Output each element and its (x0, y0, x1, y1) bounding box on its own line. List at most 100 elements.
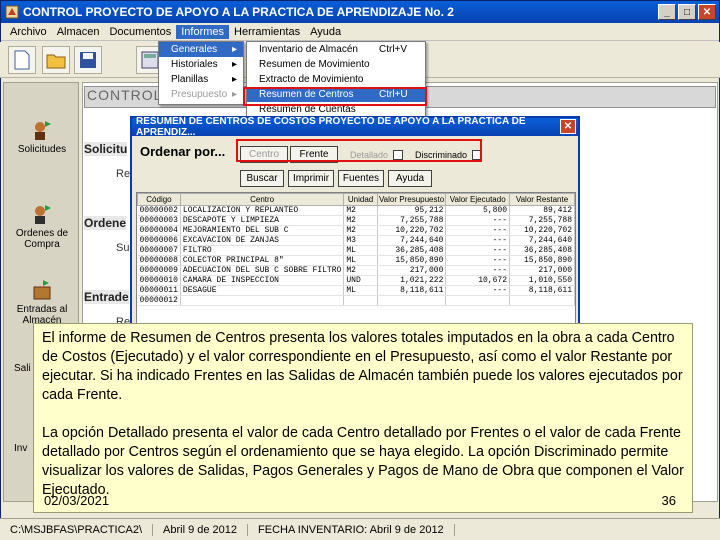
menu-item-label: Historiales (171, 59, 218, 70)
col-header[interactable]: Centro (179, 193, 345, 206)
chevron-right-icon: ▸ (231, 89, 237, 100)
table-cell: ML (343, 255, 378, 266)
table-row[interactable]: 00000011 DESAGUE ML 8,118,611 --- 8,118,611 (137, 285, 575, 296)
table-cell: --- (445, 225, 511, 236)
table-row[interactable]: 00000008 COLECTOR PRINCIPAL 8" ML 15,850,89… (137, 255, 575, 266)
table-row[interactable]: 00000003 DESCAPOTE Y LIMPIEZA M2 7,255,788-… (137, 215, 575, 226)
sidebar-item-label: Ordenes de Compra (15, 228, 69, 250)
open-folder-button[interactable] (42, 46, 70, 74)
table-cell: M3 (343, 235, 378, 246)
table-cell: DESAGUE (180, 285, 345, 296)
table-row[interactable]: 00000007 FILTRO ML 36,285,408 --- 36,285,408 (137, 245, 575, 256)
col-header[interactable]: Unidad (343, 193, 378, 206)
chevron-right-icon: ▸ (231, 44, 237, 55)
menu-almacen[interactable]: Almacen (52, 25, 105, 39)
note-paragraph-2: La opción Detallado presenta el valor de… (42, 425, 684, 498)
table-cell: --- (445, 245, 511, 256)
table-cell: 8,118,611 (377, 285, 447, 296)
table-cell: 217,000 (509, 265, 575, 276)
maximize-button[interactable]: □ (678, 4, 696, 20)
table-cell: 7,244,640 (377, 235, 447, 246)
col-header[interactable]: Valor Presupuesto (376, 193, 447, 206)
sub-link[interactable]: Re (116, 168, 130, 180)
table-row[interactable]: 00000006 EXCAVACION DE ZANJAS M3 7,244,640-… (137, 235, 575, 246)
dialog-title: RESUMEN DE CENTROS DE COSTOS PROYECTO DE… (136, 116, 526, 138)
note-date: 02/03/2021 (44, 493, 110, 508)
table-cell: 10,220,702 (509, 225, 575, 236)
menu-item-planillas[interactable]: Planillas ▸ (159, 72, 243, 87)
table-cell: 1,010,550 (509, 275, 575, 286)
table-cell: --- (445, 215, 511, 226)
fuentes-button[interactable]: Fuentes (338, 170, 384, 187)
imprimir-button[interactable]: Imprimir (288, 170, 334, 187)
save-button[interactable] (74, 46, 102, 74)
table-row[interactable]: 00000009 ADECUACION DEL SUB C SOBRE FILTR… (137, 265, 575, 276)
table-cell: 00000006 (137, 235, 181, 246)
window-title: CONTROL PROYECTO DE APOYO A LA PRACTICA … (23, 5, 454, 19)
table-cell: COLECTOR PRINCIPAL 8" (180, 255, 345, 266)
new-document-button[interactable] (8, 46, 36, 74)
calculator-icon (141, 51, 159, 69)
table-row[interactable]: 00000002 LOCALIZACION Y REPLANTEO M2 95,212… (137, 205, 575, 216)
highlight-box-menu (243, 87, 427, 106)
sidebar-item-label: Solicitudes (17, 144, 67, 155)
table-cell: 15,850,890 (377, 255, 447, 266)
menu-item-inventario[interactable]: Inventario de Almacén Ctrl+V (247, 42, 425, 57)
dialog-title-bar: RESUMEN DE CENTROS DE COSTOS PROYECTO DE… (132, 116, 578, 138)
table-cell: 7,255,788 (509, 215, 575, 226)
status-path: C:\MSJBFAS\PRACTICA2\ (0, 523, 154, 536)
sub-link[interactable]: Su (116, 242, 129, 254)
menu-item-extracto[interactable]: Extracto de Movimiento (247, 72, 425, 87)
table-header-row: Código Centro Unidad Valor Presupuesto V… (137, 193, 575, 206)
menu-item-historiales[interactable]: Historiales ▸ (159, 57, 243, 72)
app-icon (5, 5, 19, 19)
col-header[interactable]: Valor Restante (509, 193, 575, 206)
table-cell: ML (343, 285, 378, 296)
table-row[interactable]: 00000004 MEJORAMIENTO DEL SUB C M2 10,220,7… (137, 225, 575, 236)
menu-item-generales[interactable]: Generales ▸ (159, 42, 243, 57)
new-document-icon (14, 50, 30, 70)
menu-herramientas[interactable]: Herramientas (229, 25, 305, 39)
table-cell: EXCAVACION DE ZANJAS (180, 235, 345, 246)
dialog-close-button[interactable]: ✕ (560, 119, 576, 134)
sidebar-item-solicitudes[interactable]: Solicitudes (4, 119, 80, 155)
table-cell: 95,212 (377, 205, 447, 216)
section-solicitudes: Solicitu (84, 142, 128, 156)
sidebar-item-entradas[interactable]: Entradas al Almacén (4, 279, 80, 326)
menu-archivo[interactable]: Archivo (5, 25, 52, 39)
table-cell: --- (445, 255, 511, 266)
ayuda-button[interactable]: Ayuda (388, 170, 432, 187)
table-cell: M2 (343, 215, 378, 226)
table-cell: 00000007 (137, 245, 181, 256)
table-cell: 10,672 (445, 275, 511, 286)
section-entradas: Entrade (84, 290, 129, 304)
col-header[interactable]: Valor Ejecutado (445, 193, 511, 206)
menu-documentos[interactable]: Documentos (104, 25, 176, 39)
table-cell: 1,021,222 (377, 275, 447, 286)
table-row[interactable]: 00000012 (137, 295, 575, 306)
table-cell: M2 (343, 225, 378, 236)
menu-item-label: Generales (171, 44, 218, 55)
menu-item-presupuesto[interactable]: Presupuesto ▸ (159, 87, 243, 102)
table-cell: UND (343, 275, 378, 286)
menu-item-resumen-movimiento[interactable]: Resumen de Movimiento (247, 57, 425, 72)
centros-grid: Código Centro Unidad Valor Presupuesto V… (136, 192, 576, 342)
menu-informes[interactable]: Informes (176, 24, 230, 39)
menu-item-label: Planillas (171, 74, 209, 85)
col-header[interactable]: Código (137, 193, 181, 206)
table-cell: 00000004 (137, 225, 181, 236)
section-ordenes: Ordene (84, 216, 127, 230)
status-bar: C:\MSJBFAS\PRACTICA2\ Abril 9 de 2012 FE… (0, 518, 720, 540)
chevron-right-icon: ▸ (231, 74, 237, 85)
generales-submenu: Inventario de Almacén Ctrl+V Resumen de M… (246, 41, 426, 119)
menu-shortcut: Ctrl+V (379, 44, 408, 55)
menu-ayuda[interactable]: Ayuda (305, 25, 346, 39)
chevron-right-icon: ▸ (231, 59, 237, 70)
table-cell: --- (445, 265, 511, 276)
table-row[interactable]: 00000010 CAMARA DE INSPECCION UND 1,021,222… (137, 275, 575, 286)
sidebar-item-ordenes[interactable]: Ordenes de Compra (4, 203, 80, 250)
minimize-button[interactable]: _ (658, 4, 676, 20)
menu-item-label: Extracto de Movimiento (259, 74, 364, 85)
close-button[interactable]: ✕ (698, 4, 716, 20)
buscar-button[interactable]: Buscar (240, 170, 284, 187)
